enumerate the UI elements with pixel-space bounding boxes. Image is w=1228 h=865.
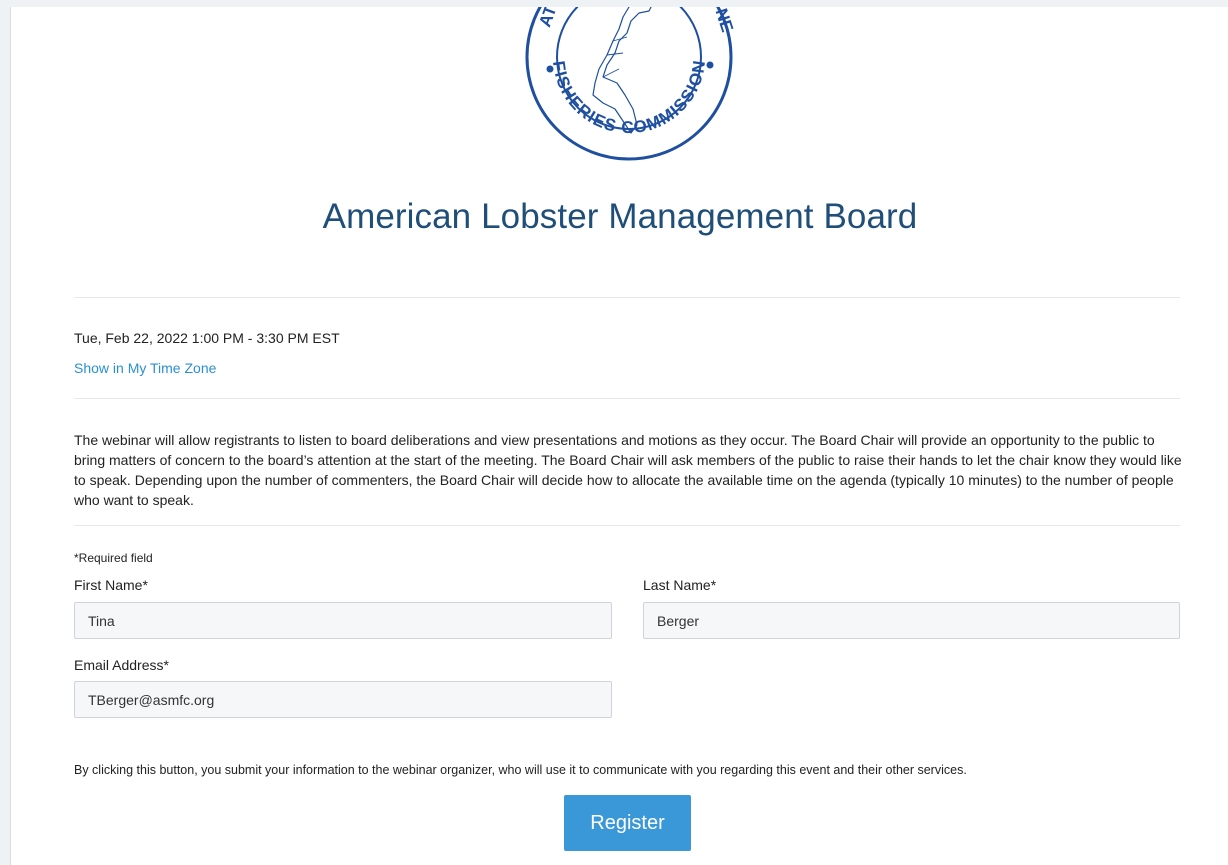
consent-text: By clicking this button, you submit your… xyxy=(74,763,967,777)
divider xyxy=(74,398,1180,399)
show-in-my-time-zone-link[interactable]: Show in My Time Zone xyxy=(74,360,216,376)
commission-logo: ATL NE FISHERIES COMMISSION xyxy=(523,7,735,165)
event-title: American Lobster Management Board xyxy=(322,197,918,236)
divider xyxy=(74,525,1180,526)
last-name-input[interactable] xyxy=(643,602,1180,639)
event-description: The webinar will allow registrants to li… xyxy=(74,432,1182,508)
register-button[interactable]: Register xyxy=(564,795,691,851)
event-datetime: Tue, Feb 22, 2022 1:00 PM - 3:30 PM EST xyxy=(74,330,340,346)
required-field-note: *Required field xyxy=(74,551,153,565)
registration-page: ATL NE FISHERIES COMMISSION American Lob… xyxy=(10,7,1228,865)
commission-seal-icon: ATL NE FISHERIES COMMISSION xyxy=(525,7,735,161)
last-name-label: Last Name* xyxy=(643,577,717,593)
email-label: Email Address* xyxy=(74,657,169,673)
first-name-input[interactable] xyxy=(74,602,612,639)
first-name-label: First Name* xyxy=(74,577,148,593)
divider xyxy=(74,297,1180,298)
email-input[interactable] xyxy=(74,681,612,718)
